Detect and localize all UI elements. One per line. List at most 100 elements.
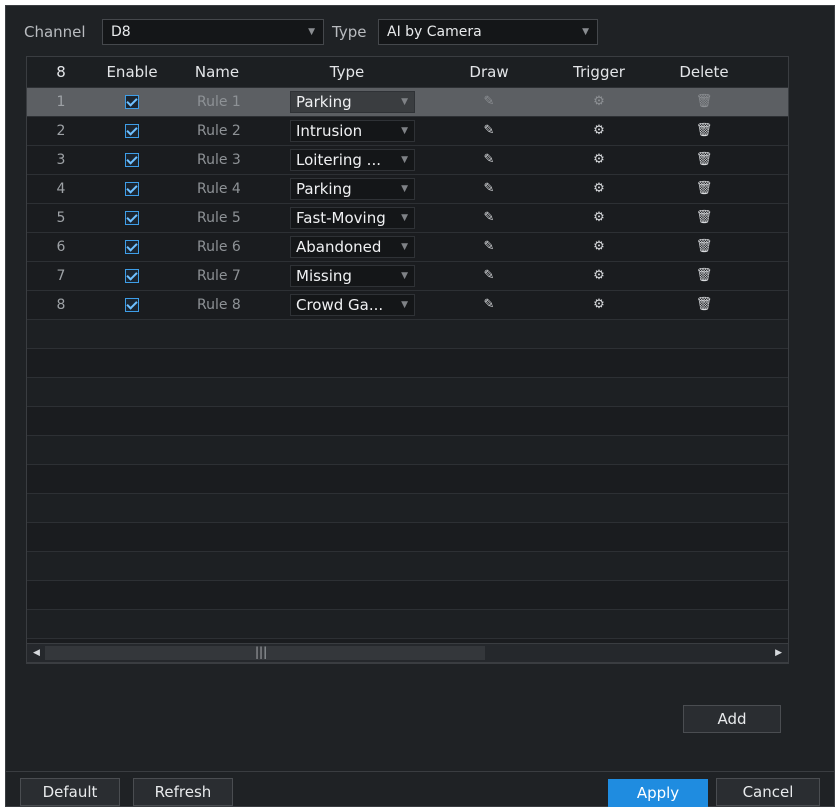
pencil-icon[interactable]: ✎ [474,204,504,232]
rule-type-select[interactable]: Parking ▼ [290,91,415,113]
rule-type-select[interactable]: Intrusion ▼ [290,120,415,142]
rule-config-panel: Channel D8 ▼ Type AI by Camera ▼ 8 Enabl… [5,5,835,807]
rule-name: Rule 7 [197,268,241,284]
empty-row [27,609,788,638]
rule-name: Rule 1 [197,94,241,110]
grip-icon: ||| [255,645,268,659]
gear-icon[interactable]: ⚙ [584,262,614,290]
enable-checkbox[interactable] [125,182,139,196]
rule-type-value: Crowd Ga... [296,296,384,314]
pencil-icon[interactable]: ✎ [474,146,504,174]
enable-checkbox[interactable] [125,240,139,254]
row-index: 1 [56,94,66,110]
gear-icon[interactable]: ⚙ [584,88,614,116]
apply-button[interactable]: Apply [608,779,708,807]
default-button[interactable]: Default [20,778,120,806]
enable-checkbox[interactable] [125,298,139,312]
pencil-icon[interactable]: ✎ [474,175,504,203]
trash-icon[interactable]: 🗑 [689,117,719,145]
pencil-icon[interactable]: ✎ [474,262,504,290]
header-count: 8 [56,63,66,81]
channel-value: D8 [111,24,131,40]
header-name: Name [194,63,240,81]
type-label: Type [332,23,367,41]
pencil-icon[interactable]: ✎ [474,233,504,261]
header-type: Type [329,63,365,81]
table-row[interactable]: 7 Rule 7 Missing ▼ ✎ ⚙ 🗑 [27,261,788,290]
chevron-down-icon: ▼ [401,213,408,223]
channel-select[interactable]: D8 ▼ [102,19,324,45]
gear-icon[interactable]: ⚙ [584,291,614,319]
empty-row [27,377,788,406]
table-row[interactable]: 2 Rule 2 Intrusion ▼ ✎ ⚙ 🗑 [27,116,788,145]
enable-checkbox[interactable] [125,153,139,167]
gear-icon[interactable]: ⚙ [584,233,614,261]
table-row[interactable]: 3 Rule 3 Loitering ... ▼ ✎ ⚙ 🗑 [27,145,788,174]
enable-checkbox[interactable] [125,124,139,138]
pencil-icon[interactable]: ✎ [474,117,504,145]
scroll-left-icon[interactable]: ◀ [33,644,40,662]
horizontal-scrollbar[interactable]: ◀ ||| ▶ [26,643,789,663]
table-row[interactable]: 1 Rule 1 Parking ▼ ✎ ⚙ 🗑 [27,87,788,116]
gear-icon[interactable]: ⚙ [584,117,614,145]
table-row[interactable]: 6 Rule 6 Abandoned ▼ ✎ ⚙ 🗑 [27,232,788,261]
chevron-down-icon: ▼ [401,97,408,107]
rule-name: Rule 3 [197,152,241,168]
rule-name: Rule 4 [197,181,241,197]
empty-row [27,435,788,464]
trash-icon[interactable]: 🗑 [689,146,719,174]
rule-type-select[interactable]: Fast-Moving ▼ [290,207,415,229]
type-value: AI by Camera [387,24,482,40]
empty-row [27,493,788,522]
empty-row [27,406,788,435]
chevron-down-icon: ▼ [401,126,408,136]
gear-icon[interactable]: ⚙ [584,204,614,232]
trash-icon[interactable]: 🗑 [689,262,719,290]
table-row[interactable]: 5 Rule 5 Fast-Moving ▼ ✎ ⚙ 🗑 [27,203,788,232]
row-index: 6 [56,239,66,255]
empty-row [27,464,788,493]
rule-type-select[interactable]: Parking ▼ [290,178,415,200]
empty-row [27,319,788,348]
trash-icon[interactable]: 🗑 [689,204,719,232]
pencil-icon[interactable]: ✎ [474,291,504,319]
chevron-down-icon: ▼ [401,300,408,310]
scroll-right-icon[interactable]: ▶ [775,644,782,662]
rule-type-value: Intrusion [296,122,363,140]
rule-type-select[interactable]: Crowd Ga... ▼ [290,294,415,316]
enable-checkbox[interactable] [125,211,139,225]
row-index: 8 [56,297,66,313]
table-row[interactable]: 4 Rule 4 Parking ▼ ✎ ⚙ 🗑 [27,174,788,203]
gear-icon[interactable]: ⚙ [584,146,614,174]
row-index: 4 [56,181,66,197]
rule-name: Rule 5 [197,210,241,226]
pencil-icon[interactable]: ✎ [474,88,504,116]
rule-type-value: Missing [296,267,352,285]
gear-icon[interactable]: ⚙ [584,175,614,203]
rule-name: Rule 8 [197,297,241,313]
enable-checkbox[interactable] [125,95,139,109]
cancel-button[interactable]: Cancel [716,778,820,806]
add-button[interactable]: Add [683,705,781,733]
row-index: 2 [56,123,66,139]
rule-type-value: Fast-Moving [296,209,386,227]
refresh-button[interactable]: Refresh [133,778,233,806]
empty-row [27,580,788,609]
rule-type-select[interactable]: Abandoned ▼ [290,236,415,258]
table-row[interactable]: 8 Rule 8 Crowd Ga... ▼ ✎ ⚙ 🗑 [27,290,788,319]
rule-type-select[interactable]: Missing ▼ [290,265,415,287]
row-index: 3 [56,152,66,168]
table-header: 8 Enable Name Type Draw Trigger Delete [27,57,788,87]
row-index: 5 [56,210,66,226]
trash-icon[interactable]: 🗑 [689,88,719,116]
rule-type-value: Parking [296,93,352,111]
empty-row [27,522,788,551]
rule-name: Rule 6 [197,239,241,255]
trash-icon[interactable]: 🗑 [689,233,719,261]
channel-label: Channel [24,23,86,41]
enable-checkbox[interactable] [125,269,139,283]
rule-type-select[interactable]: Loitering ... ▼ [290,149,415,171]
trash-icon[interactable]: 🗑 [689,291,719,319]
type-select[interactable]: AI by Camera ▼ [378,19,598,45]
trash-icon[interactable]: 🗑 [689,175,719,203]
